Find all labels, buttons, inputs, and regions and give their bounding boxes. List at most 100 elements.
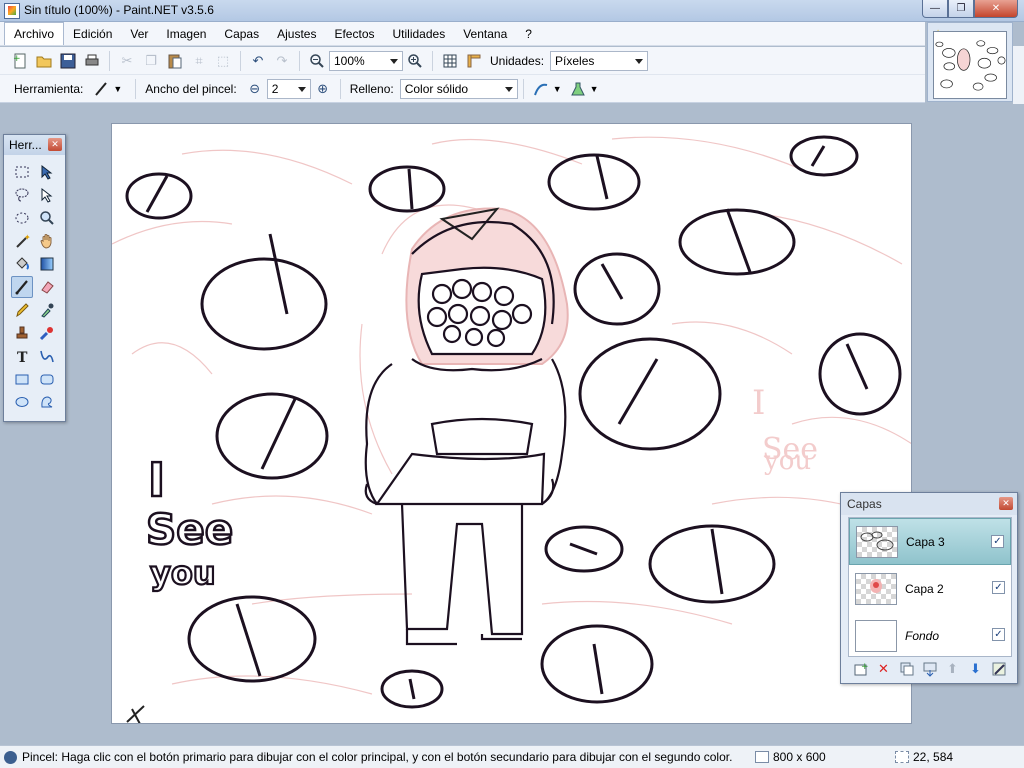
deselect-icon[interactable]: ⬚ xyxy=(213,51,233,71)
image-thumbnail[interactable] xyxy=(933,31,1007,99)
print-icon[interactable] xyxy=(82,51,102,71)
gradient-icon[interactable] xyxy=(36,253,58,275)
menu-ajustes[interactable]: Ajustes xyxy=(268,23,325,45)
rectangle-icon[interactable] xyxy=(11,368,33,390)
image-canvas[interactable]: I See you I See you xyxy=(111,123,912,724)
layer-visibility-checkbox[interactable]: ✓ xyxy=(991,535,1004,548)
brush-width-select[interactable]: 2 xyxy=(266,78,311,99)
add-layer-icon[interactable]: + xyxy=(849,658,872,680)
layer-name: Capa 3 xyxy=(906,534,945,549)
rounded-rectangle-icon[interactable] xyxy=(36,368,58,390)
paste-icon[interactable] xyxy=(165,51,185,71)
menu-efectos[interactable]: Efectos xyxy=(325,23,383,45)
ellipse-select-icon[interactable] xyxy=(11,207,33,229)
chevron-down-icon xyxy=(504,86,513,92)
magic-wand-icon[interactable]: ✦ xyxy=(11,230,33,252)
menu-archivo[interactable]: Archivo xyxy=(4,22,65,45)
toolbar-separator xyxy=(240,50,241,71)
close-icon[interactable]: ✕ xyxy=(999,497,1013,510)
menu-help[interactable]: ? xyxy=(516,23,541,45)
units-select[interactable]: Píxeles xyxy=(550,50,649,71)
antialiasing-dropdown-icon[interactable]: ▼ xyxy=(553,84,562,94)
chevron-down-icon xyxy=(297,86,306,92)
zoom-select[interactable]: 100% xyxy=(329,50,403,71)
layer-row-capa-2[interactable]: Capa 2 ✓ xyxy=(849,565,1011,612)
crop-icon[interactable]: ⌗ xyxy=(189,51,209,71)
zoom-in-icon[interactable] xyxy=(405,51,425,71)
layers-window-header[interactable]: Capas ✕ xyxy=(841,493,1017,515)
line-curve-icon[interactable] xyxy=(36,345,58,367)
decrease-width-icon[interactable]: ⊖ xyxy=(245,79,265,99)
zoom-out-icon[interactable] xyxy=(307,51,327,71)
duplicate-layer-icon[interactable] xyxy=(895,658,918,680)
grid-icon[interactable] xyxy=(440,51,460,71)
freeform-shape-icon[interactable] xyxy=(36,391,58,413)
antialiasing-icon[interactable] xyxy=(531,79,551,99)
paintnet-app-icon xyxy=(4,3,20,19)
canvas-text-i: I xyxy=(148,453,165,507)
open-folder-icon[interactable] xyxy=(34,51,54,71)
layer-row-capa-3[interactable]: Capa 3 ✓ xyxy=(849,518,1011,565)
menu-ver[interactable]: Ver xyxy=(121,23,157,45)
navigator-panel: ★ xyxy=(927,22,1013,102)
navigator-scrollbar[interactable] xyxy=(1013,46,1024,106)
merge-layer-down-icon[interactable] xyxy=(918,658,941,680)
recolor-icon[interactable] xyxy=(36,322,58,344)
layer-thumbnail xyxy=(856,525,898,558)
tools-window: Herr... ✕ ✦ T xyxy=(3,134,66,422)
paint-bucket-icon[interactable] xyxy=(11,253,33,275)
rectangle-select-icon[interactable] xyxy=(11,161,33,183)
layer-name: Capa 2 xyxy=(905,581,944,596)
status-bar: Pincel: Haga clic con el botón primario … xyxy=(0,745,1024,768)
maximize-button[interactable]: ❐ xyxy=(948,0,974,18)
zoom-icon[interactable] xyxy=(36,207,58,229)
current-tool-paintbrush-icon[interactable] xyxy=(91,79,111,99)
close-button[interactable]: ✕ xyxy=(974,0,1018,18)
move-layer-down-icon[interactable]: ⬇ xyxy=(964,658,987,680)
clone-stamp-icon[interactable] xyxy=(11,322,33,344)
layer-row-fondo[interactable]: Fondo ✓ xyxy=(849,612,1011,659)
layer-visibility-checkbox[interactable]: ✓ xyxy=(992,581,1005,594)
increase-width-icon[interactable]: ⊕ xyxy=(313,79,333,99)
move-selection-icon[interactable] xyxy=(36,161,58,183)
pencil-icon[interactable] xyxy=(11,299,33,321)
lasso-select-icon[interactable] xyxy=(11,184,33,206)
save-icon[interactable] xyxy=(58,51,78,71)
new-image-icon[interactable]: + xyxy=(10,51,30,71)
blend-mode-icon[interactable] xyxy=(568,79,588,99)
text-icon[interactable]: T xyxy=(11,345,33,367)
eraser-icon[interactable] xyxy=(36,276,58,298)
delete-layer-icon[interactable]: ✕ xyxy=(872,658,895,680)
layer-thumbnail xyxy=(855,619,897,652)
close-icon[interactable]: ✕ xyxy=(48,138,62,151)
move-layer-up-icon[interactable]: ⬆ xyxy=(941,658,964,680)
ellipse-icon[interactable] xyxy=(11,391,33,413)
window-title: Sin título (100%) - Paint.NET v3.5.6 xyxy=(24,3,214,17)
minimize-button[interactable]: — xyxy=(922,0,948,18)
menu-capas[interactable]: Capas xyxy=(215,23,268,45)
layer-thumbnail xyxy=(855,572,897,605)
menu-imagen[interactable]: Imagen xyxy=(157,23,215,45)
svg-text:✦: ✦ xyxy=(24,233,30,242)
tools-window-header[interactable]: Herr... ✕ xyxy=(4,135,65,155)
pan-icon[interactable] xyxy=(36,230,58,252)
undo-icon[interactable]: ↶ xyxy=(248,51,268,71)
fill-select[interactable]: Color sólido xyxy=(399,78,518,99)
layer-properties-icon[interactable] xyxy=(987,658,1010,680)
blend-mode-dropdown-icon[interactable]: ▼ xyxy=(590,84,599,94)
menu-ventana[interactable]: Ventana xyxy=(454,23,516,45)
move-selected-icon[interactable] xyxy=(36,184,58,206)
color-picker-icon[interactable] xyxy=(36,299,58,321)
redo-icon[interactable]: ↷ xyxy=(272,51,292,71)
layer-visibility-checkbox[interactable]: ✓ xyxy=(992,628,1005,641)
fill-label: Relleno: xyxy=(349,81,394,96)
canvas-text-see: See xyxy=(146,505,233,554)
cut-icon[interactable]: ✂ xyxy=(117,51,137,71)
paintbrush-icon[interactable] xyxy=(11,276,33,298)
menu-edicion[interactable]: Edición xyxy=(64,23,121,45)
zoom-value: 100% xyxy=(334,53,365,68)
tool-dropdown-icon[interactable]: ▼ xyxy=(113,84,122,94)
copy-icon[interactable]: ❐ xyxy=(141,51,161,71)
menu-utilidades[interactable]: Utilidades xyxy=(384,23,455,45)
ruler-icon[interactable] xyxy=(464,51,484,71)
